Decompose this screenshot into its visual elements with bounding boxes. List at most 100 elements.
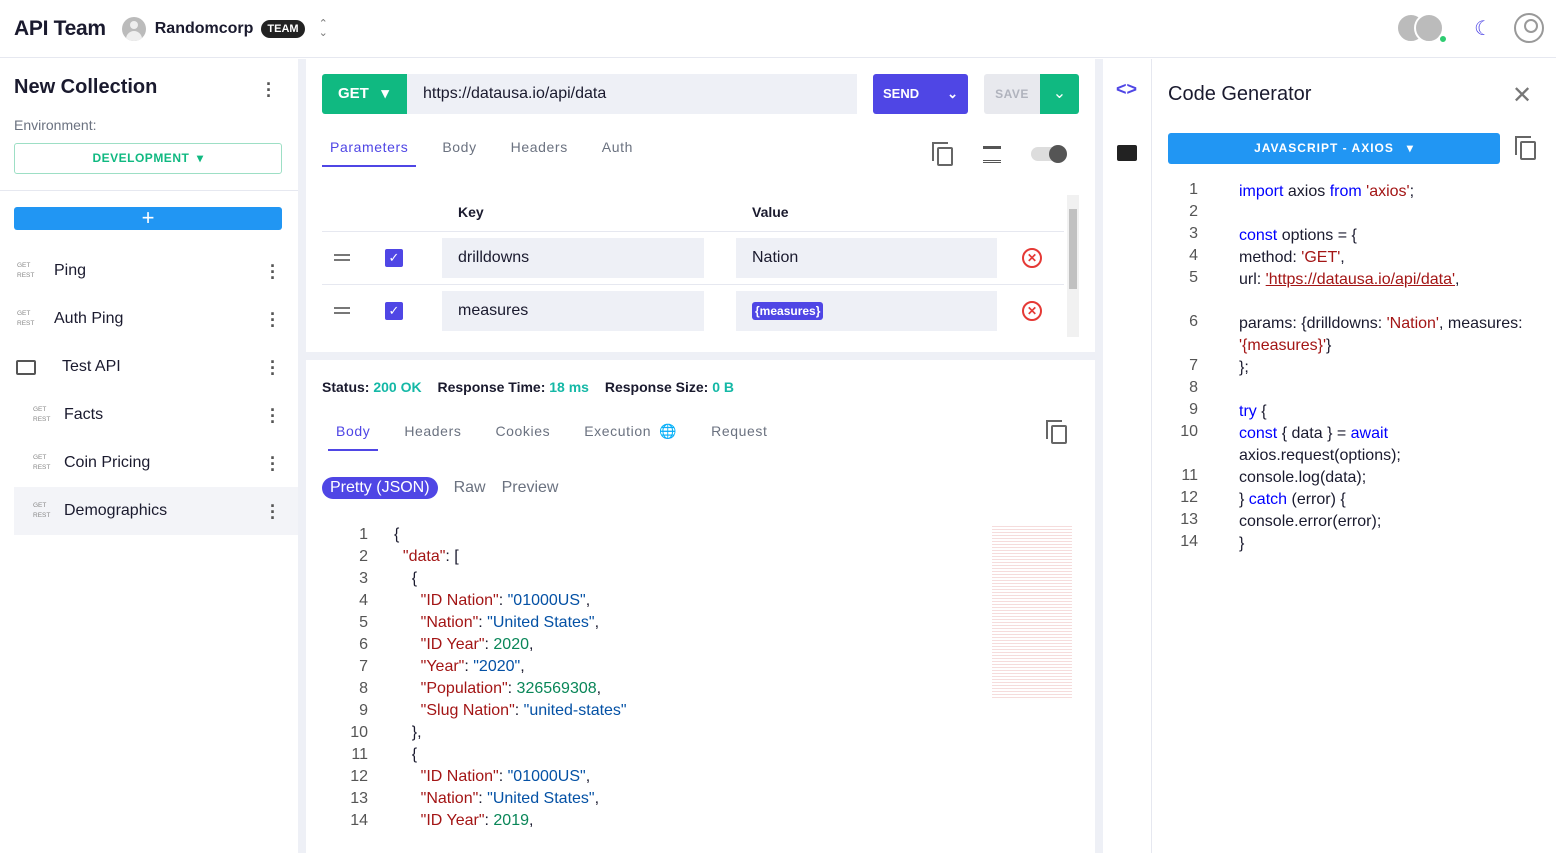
resize-handle[interactable]: [1095, 59, 1103, 853]
copy-response-icon[interactable]: [1046, 420, 1067, 444]
size-label: Response Size:: [604, 379, 709, 395]
token: :: [478, 790, 488, 807]
delete-all-icon[interactable]: [983, 146, 1001, 163]
code-line: };: [1239, 357, 1529, 379]
switch-org-icon[interactable]: ⌃ ⌄: [319, 18, 328, 38]
item-name: Facts: [64, 406, 104, 423]
time-value: 18 ms: [549, 379, 589, 395]
send-button[interactable]: SEND ⌄: [873, 74, 968, 114]
tab-label: Execution: [584, 423, 652, 439]
line-number: 13: [1180, 511, 1198, 528]
token: "ID Year": [420, 812, 485, 829]
line-number: 3: [359, 570, 368, 587]
line-number: 14: [1180, 533, 1198, 550]
sidebar: New Collection · · · Environment: DEVELOPM…: [0, 59, 298, 853]
response-tab-execution[interactable]: Execution 🌐: [576, 423, 685, 451]
param-key-input[interactable]: measures: [442, 291, 704, 331]
value-header: Value: [752, 204, 789, 220]
chevron-down-icon[interactable]: ⌄: [947, 86, 958, 101]
line-number: 11: [1181, 467, 1198, 484]
token: }: [1239, 491, 1249, 508]
item-menu-icon[interactable]: · · ·: [268, 449, 278, 479]
org-name[interactable]: Randomcorp: [155, 20, 254, 38]
item-menu-icon[interactable]: · · ·: [268, 497, 278, 527]
sidebar-item[interactable]: GET REST Auth Ping · · ·: [14, 295, 298, 343]
code-line: console.error(error);: [1239, 511, 1529, 533]
scrollbar[interactable]: [1067, 195, 1079, 337]
collection-title: New Collection: [14, 76, 158, 98]
add-request-button[interactable]: +: [14, 207, 282, 230]
url-input[interactable]: https://datausa.io/api/data: [407, 74, 857, 114]
item-menu-icon[interactable]: · · ·: [268, 257, 278, 287]
token: catch: [1248, 491, 1288, 508]
param-row: ✓ measures {measures} ✕: [322, 284, 1064, 337]
status-value: 200 OK: [373, 379, 422, 395]
line-number: 11: [351, 746, 368, 763]
view-0[interactable]: Pretty (JSON): [322, 477, 438, 499]
bulk-edit-toggle[interactable]: [1031, 145, 1067, 163]
item-menu-icon[interactable]: · · ·: [268, 353, 278, 383]
generated-code[interactable]: 1 import axios from 'axios'; 2 3 const optio…: [1168, 179, 1528, 579]
sidebar-item[interactable]: Test API · · ·: [14, 343, 298, 391]
tab-body[interactable]: Body: [434, 139, 484, 167]
copy-code-icon[interactable]: [1515, 136, 1536, 160]
environment-select[interactable]: DEVELOPMENT ▾: [14, 143, 282, 174]
line-number: 8: [359, 680, 368, 697]
token: '{measures}': [1239, 337, 1327, 354]
remove-param-icon[interactable]: ✕: [1022, 248, 1042, 268]
response-tab-cookies[interactable]: Cookies: [487, 423, 558, 451]
comment-icon[interactable]: [1117, 145, 1137, 161]
token: "United States": [487, 790, 595, 807]
token: ,: [1340, 249, 1345, 266]
token: :: [498, 592, 508, 609]
sidebar-item[interactable]: GET REST Demographics · · ·: [14, 487, 298, 535]
status-label: Status:: [322, 379, 370, 395]
dark-mode-icon[interactable]: ☾: [1474, 16, 1492, 41]
user-account-icon[interactable]: [1514, 13, 1544, 43]
view-2[interactable]: Preview: [502, 479, 559, 497]
language-select[interactable]: JAVASCRIPT - AXIOS ▾: [1168, 133, 1500, 164]
close-icon[interactable]: ✕: [1512, 81, 1532, 110]
view-1[interactable]: Raw: [454, 479, 486, 497]
line-number: 14: [350, 812, 368, 829]
item-name: Test API: [62, 358, 121, 375]
collection-menu-icon[interactable]: · · ·: [264, 75, 274, 105]
param-key-input[interactable]: drilldowns: [442, 238, 704, 278]
param-value-input[interactable]: Nation: [736, 238, 997, 278]
type-label: REST: [33, 512, 51, 519]
method-select[interactable]: GET ▾: [322, 74, 407, 114]
sidebar-item[interactable]: GET REST Ping · · ·: [14, 247, 298, 295]
item-menu-icon[interactable]: · · ·: [268, 401, 278, 431]
tab-parameters[interactable]: Parameters: [322, 139, 417, 167]
response-body-editor[interactable]: 1 {2 "data": [3 {4 "ID Nation": "01000US"…: [322, 524, 1078, 839]
tab-headers[interactable]: Headers: [503, 139, 576, 167]
key-header: Key: [458, 204, 484, 220]
sidebar-item[interactable]: GET REST Facts · · ·: [14, 391, 298, 439]
line-number: 7: [1189, 357, 1198, 374]
code-line: "ID Nation": "01000US",: [394, 768, 590, 786]
drag-handle-icon[interactable]: [334, 254, 350, 261]
save-button[interactable]: SAVE: [984, 74, 1040, 114]
minimap[interactable]: [992, 524, 1072, 699]
tab-auth[interactable]: Auth: [594, 139, 641, 167]
checkbox[interactable]: ✓: [385, 249, 403, 267]
response-tab-request[interactable]: Request: [703, 423, 775, 451]
collaborators-avatars[interactable]: [1396, 12, 1452, 44]
response-tab-headers[interactable]: Headers: [396, 423, 469, 451]
copy-icon[interactable]: [932, 142, 953, 166]
param-value-input[interactable]: {measures}: [736, 291, 997, 331]
save-options-chevron-icon[interactable]: ⌄: [1040, 74, 1079, 114]
method-badge: GET REST: [30, 501, 64, 521]
remove-param-icon[interactable]: ✕: [1022, 301, 1042, 321]
item-menu-icon[interactable]: · · ·: [268, 305, 278, 335]
checkbox[interactable]: ✓: [385, 302, 403, 320]
resize-handle[interactable]: [298, 59, 306, 853]
sidebar-item[interactable]: GET REST Coin Pricing · · ·: [14, 439, 298, 487]
code-icon[interactable]: <>: [1116, 79, 1137, 100]
response-tab-body[interactable]: Body: [328, 423, 379, 451]
drag-handle-icon[interactable]: [334, 307, 350, 314]
token: import: [1239, 183, 1284, 200]
line-number: 6: [1189, 313, 1198, 330]
